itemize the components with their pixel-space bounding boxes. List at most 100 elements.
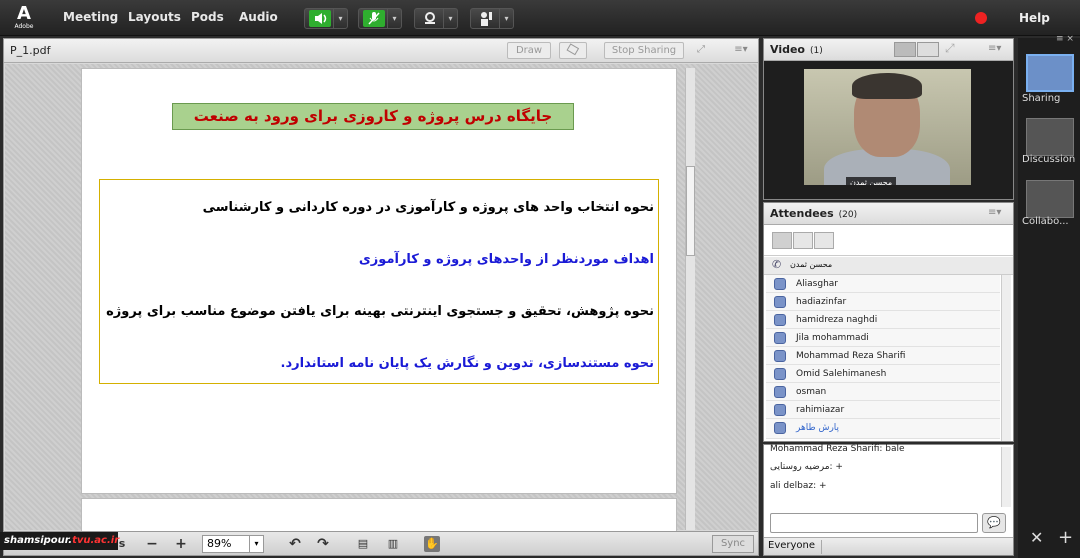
layout-collaboration[interactable] [1026, 180, 1074, 218]
menu-pods[interactable]: Pods [191, 10, 224, 24]
fullscreen-icon[interactable]: ⤢ [945, 41, 955, 56]
pod-menu-icon[interactable]: ≡▾ [988, 207, 1001, 218]
raise-hand-button[interactable]: ▾ [470, 8, 514, 29]
chevron-down-icon[interactable]: ▾ [443, 9, 457, 28]
menu-layouts[interactable]: Layouts [128, 10, 181, 24]
video-stream[interactable]: محسن ثمدن [804, 69, 971, 185]
attendee-row[interactable]: osman [766, 383, 1000, 401]
attendee-row[interactable]: Omid Salehimanesh [766, 365, 1000, 383]
attendee-name: پارش طاهر [796, 423, 840, 433]
recording-icon[interactable] [975, 12, 987, 24]
fullscreen-icon[interactable]: ⤢ [692, 42, 710, 59]
menu-audio[interactable]: Audio [239, 10, 278, 24]
user-icon [774, 404, 786, 416]
microphone-button[interactable]: ▾ [358, 8, 402, 29]
eraser-icon [566, 43, 580, 56]
grid-view-icon[interactable] [793, 232, 813, 249]
attendee-row[interactable]: hadiazinfar [766, 293, 1000, 311]
adobe-logo: A Adobe [10, 4, 38, 32]
layout-sharing[interactable] [1026, 54, 1074, 92]
chat-message: Mohammad Reza Sharifi: bale [770, 444, 905, 454]
video-pod-header: Video (1) ⤢ ≡▾ [764, 39, 1013, 61]
watermark: shamsipour.tvu.ac.ir [0, 532, 120, 550]
logo-letter: A [17, 3, 31, 24]
help-menu[interactable]: Help [1019, 11, 1050, 25]
attendees-title-text: Attendees [770, 207, 834, 220]
chat-bubble-icon: 💬 [987, 516, 1001, 529]
attendee-row[interactable]: Jila mohammadi [766, 329, 1000, 347]
attendee-name: hamidreza naghdi [796, 315, 878, 325]
menu-meeting[interactable]: Meeting [63, 10, 118, 24]
attendee-row[interactable]: hamidreza naghdi [766, 311, 1000, 329]
zoom-select[interactable]: 89% ▾ [202, 535, 264, 553]
attendee-row[interactable]: Mohammad Reza Sharifi [766, 347, 1000, 365]
attendee-row[interactable]: rahimiazar [766, 401, 1000, 419]
send-button[interactable]: 💬 [982, 513, 1006, 533]
slide-line-3: نحوه پژوهش، تحقیق و جستجوی اینترنتی بهین… [106, 304, 654, 319]
status-view-icon[interactable] [814, 232, 834, 249]
two-page-icon[interactable]: ▥ [385, 536, 401, 552]
user-icon [774, 278, 786, 290]
chat-message: + :مرضیه روستایی [770, 462, 843, 472]
attendee-name: Mohammad Reza Sharifi [796, 351, 906, 361]
user-icon [774, 296, 786, 308]
watermark-prefix: shamsipour. [4, 535, 73, 546]
speaker-button[interactable]: ▾ [304, 8, 348, 29]
chat-footer: Everyone [764, 537, 1013, 555]
attendees-pod-title: Attendees (20) [770, 207, 857, 220]
zoom-out-icon[interactable]: − [144, 536, 160, 552]
watermark-org: tvu.ac.ir [72, 535, 120, 546]
zoom-in-icon[interactable]: + [173, 536, 189, 552]
attendees-pod: Attendees (20) ≡▾ ✆ محسن ثمدن Aliasghar h… [763, 202, 1014, 442]
sync-button[interactable]: Sync [712, 535, 754, 553]
pod-menu-icon[interactable]: ≡▾ [988, 43, 1001, 54]
grid-view-icon[interactable] [894, 42, 916, 57]
host-row[interactable]: ✆ محسن ثمدن [764, 257, 1013, 275]
scrollbar-thumb[interactable] [686, 166, 695, 256]
attendees-view-toolbar [764, 226, 1013, 256]
attendee-name: rahimiazar [796, 405, 845, 415]
user-icon [774, 422, 786, 434]
attendee-name: Omid Salehimanesh [796, 369, 887, 379]
slide-title: جایگاه درس پروژه و کاروزی برای ورود به ص… [172, 103, 574, 130]
user-icon [774, 314, 786, 326]
layouts-bar: ≡ × Sharing Discussion Collabo... ✕ + [1018, 34, 1080, 558]
stop-sharing-button[interactable]: Stop Sharing [604, 42, 684, 59]
chat-scrollbar[interactable] [1001, 447, 1011, 507]
chat-audience-tab[interactable]: Everyone [768, 540, 823, 554]
hand-tool-icon[interactable]: ✋ [424, 536, 440, 552]
collapse-icon[interactable]: ≡ × [1056, 34, 1074, 44]
webcam-icon [419, 10, 441, 27]
draw-button[interactable]: Draw [507, 42, 551, 59]
chevron-down-icon[interactable]: ▾ [333, 9, 347, 28]
pod-menu-icon[interactable]: ≡▾ [731, 42, 751, 59]
chat-message: ali delbaz: + [770, 481, 827, 491]
video-count: (1) [809, 46, 823, 56]
share-pod-title: P_1.pdf [10, 44, 51, 57]
document-scrollbar[interactable] [685, 68, 695, 530]
attendee-row[interactable]: پارش طاهر [766, 419, 1000, 439]
webcam-button[interactable]: ▾ [414, 8, 458, 29]
slide-line-2: اهداف موردنظر از واحدهای پروژه و کارآموز… [358, 252, 654, 267]
microphone-icon [363, 10, 385, 27]
attendee-row[interactable]: Aliasghar [766, 275, 1000, 293]
chat-pod: Mohammad Reza Sharifi: bale + :مرضیه روس… [763, 444, 1014, 556]
list-view-icon[interactable] [772, 232, 792, 249]
layout-label: Discussion [1022, 154, 1076, 165]
chevron-down-icon[interactable]: ▾ [499, 9, 513, 28]
redo-icon[interactable]: ↷ [315, 536, 331, 552]
chat-input[interactable] [770, 513, 978, 533]
attendees-scrollbar[interactable] [1001, 275, 1011, 441]
single-page-icon[interactable]: ▤ [355, 536, 371, 552]
phone-icon: ✆ [772, 258, 782, 271]
add-icon[interactable]: + [1058, 527, 1073, 548]
presenter-hair [852, 73, 922, 99]
close-icon[interactable]: ✕ [1030, 528, 1043, 547]
chevron-down-icon[interactable]: ▾ [387, 9, 401, 28]
layout-discussion[interactable] [1026, 118, 1074, 156]
undo-icon[interactable]: ↶ [287, 536, 303, 552]
attendee-name: Jila mohammadi [796, 333, 869, 343]
video-pod-title: Video (1) [770, 43, 823, 56]
eraser-button[interactable] [559, 42, 587, 59]
filmstrip-view-icon[interactable] [917, 42, 939, 57]
